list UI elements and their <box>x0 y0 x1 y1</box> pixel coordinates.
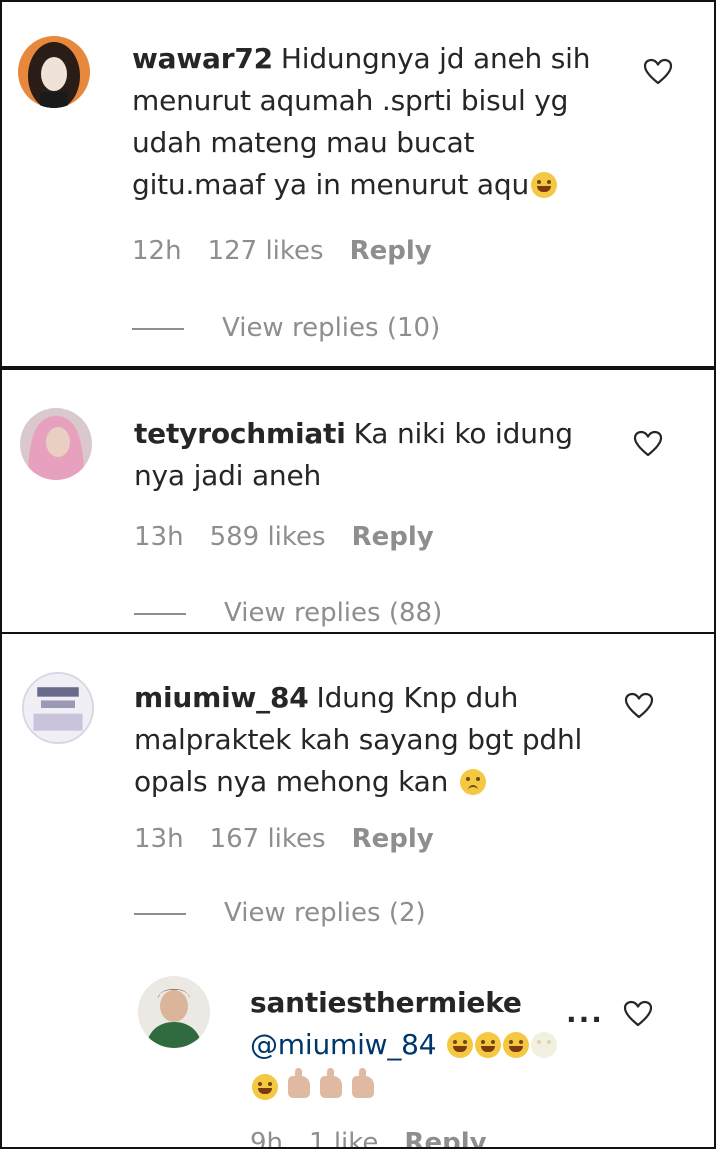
comment-card: miumiw_84 Idung Knp duh malpraktek kah sa… <box>0 632 716 1149</box>
thumbs-up-emoji <box>352 1068 374 1098</box>
view-replies-button[interactable]: View replies (10) <box>132 313 440 343</box>
comment-time: 12h <box>132 236 182 266</box>
divider-line <box>134 912 186 915</box>
avatar[interactable] <box>20 408 92 480</box>
comment-meta: 13h 589 likes Reply <box>134 522 460 552</box>
reply-avatar[interactable] <box>138 976 210 1048</box>
heart-icon[interactable] <box>643 58 673 86</box>
divider-line <box>134 612 186 615</box>
divider-line <box>132 327 184 330</box>
view-replies-label: View replies (88) <box>224 598 443 628</box>
likes-count[interactable]: 167 likes <box>210 824 326 854</box>
comment-username[interactable]: tetyrochmiati <box>134 417 346 450</box>
thumbs-up-emoji <box>288 1068 310 1098</box>
reply-time: 9h <box>250 1128 284 1149</box>
comment-line: gitu.maaf ya in menurut aqu <box>132 168 529 201</box>
view-replies-label: View replies (2) <box>224 898 426 928</box>
sad-emoji <box>460 769 487 795</box>
reply-text: santiesthermieke @miumiw_84 <box>250 982 590 1108</box>
comment-username[interactable]: miumiw_84 <box>134 681 309 714</box>
comment-line: malpraktek kah sayang bgt pdhl <box>134 723 583 756</box>
heart-icon[interactable] <box>624 692 654 720</box>
laughing-emoji <box>475 1032 502 1058</box>
comment-line: opals nya mehong kan <box>134 765 449 798</box>
reply-meta: 9h 1 like Reply <box>250 1128 513 1149</box>
reply-likes-count[interactable]: 1 like <box>309 1128 378 1147</box>
avatar[interactable] <box>22 672 94 744</box>
reply-button[interactable]: Reply <box>352 824 434 854</box>
laughing-emoji <box>531 172 557 198</box>
reply-button[interactable]: Reply <box>352 522 434 552</box>
comment-line: Hidungnya jd aneh sih <box>280 42 591 75</box>
likes-count[interactable]: 127 likes <box>208 236 324 266</box>
reply-username[interactable]: santiesthermieke <box>250 982 582 1024</box>
comment-text: miumiw_84 Idung Knp duh malpraktek kah sa… <box>134 677 614 803</box>
view-replies-button[interactable]: View replies (88) <box>134 598 442 628</box>
comment-line: Ka niki ko idung <box>353 417 573 450</box>
reply-button[interactable]: Reply <box>350 236 432 266</box>
view-replies-button[interactable]: View replies (2) <box>134 898 426 928</box>
comment-card: tetyrochmiati Ka niki ko idung nya jadi a… <box>0 368 716 634</box>
face-emoji <box>531 1032 558 1058</box>
more-icon[interactable]: ... <box>566 996 604 1029</box>
comment-text: wawar72 Hidungnya jd aneh sih menurut aqu… <box>132 38 622 206</box>
view-replies-label: View replies (10) <box>222 313 441 343</box>
mention-link[interactable]: @miumiw_84 <box>250 1028 437 1061</box>
comment-card: wawar72 Hidungnya jd aneh sih menurut aqu… <box>0 0 716 368</box>
comment-text: tetyrochmiati Ka niki ko idung nya jadi a… <box>134 413 604 497</box>
laughing-emoji <box>252 1074 278 1100</box>
likes-count[interactable]: 589 likes <box>210 522 326 552</box>
comment-line: nya jadi aneh <box>134 459 322 492</box>
avatar[interactable] <box>18 36 90 108</box>
comment-time: 13h <box>134 522 184 552</box>
comment-meta: 12h 127 likes Reply <box>132 236 458 266</box>
comment-line: menurut aqumah .sprti bisul yg <box>132 84 569 117</box>
comment-line: Idung Knp duh <box>316 681 519 714</box>
thumbs-up-emoji <box>320 1068 342 1098</box>
comment-line: udah mateng mau bucat <box>132 126 475 159</box>
comment-meta: 13h 167 likes Reply <box>134 824 460 854</box>
comment-username[interactable]: wawar72 <box>132 42 273 75</box>
laughing-emoji <box>447 1032 474 1058</box>
laughing-emoji <box>503 1032 530 1058</box>
heart-icon[interactable] <box>623 1000 653 1028</box>
heart-icon[interactable] <box>633 430 663 458</box>
reply-button[interactable]: Reply <box>404 1128 486 1147</box>
comment-time: 13h <box>134 824 184 854</box>
